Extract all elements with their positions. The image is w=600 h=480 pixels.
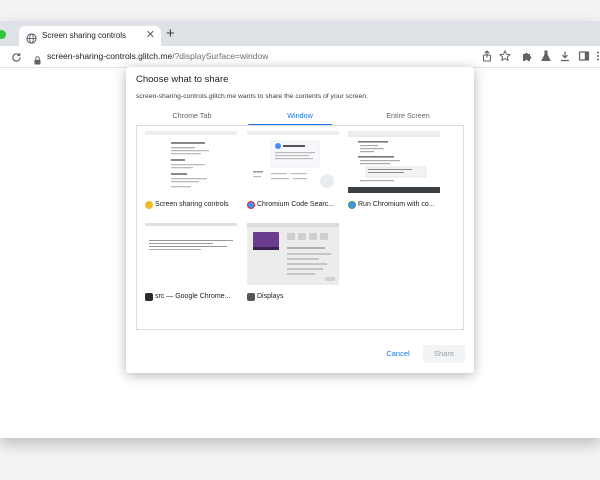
window-thumbnail — [348, 131, 440, 193]
tab-entire-screen[interactable]: Entire Screen — [358, 111, 458, 125]
displays-icon — [247, 293, 255, 301]
window-label: Chromium Code Searc... — [247, 200, 347, 211]
menu-icon[interactable] — [595, 50, 600, 62]
window-label: Displays — [247, 292, 347, 303]
window-name: Displays — [257, 293, 284, 300]
terminal-icon — [145, 293, 153, 301]
chromium-icon — [348, 201, 356, 209]
window-thumbnail — [247, 131, 339, 193]
share-icon[interactable] — [481, 50, 493, 62]
dialog-description: screen-sharing-controls.glitch.me wants … — [136, 93, 368, 100]
star-icon[interactable] — [499, 50, 511, 62]
sidepanel-icon[interactable] — [578, 50, 590, 62]
cancel-button[interactable]: Cancel — [377, 345, 419, 363]
window-thumbnail — [247, 223, 339, 285]
download-icon[interactable] — [559, 50, 571, 62]
browser-toolbar: screen-sharing-controls.glitch.me/?displ… — [0, 46, 600, 68]
address-bar[interactable]: screen-sharing-controls.glitch.me/?displ… — [47, 50, 268, 63]
window-maximize-button[interactable] — [0, 30, 6, 39]
url-path: /?displaySurface=window — [172, 51, 269, 61]
lock-icon[interactable] — [34, 52, 41, 65]
dialog-title: Choose what to share — [136, 74, 229, 85]
share-tabs: Chrome Tab Window Entire Screen — [136, 111, 464, 126]
browser-tab[interactable]: Screen sharing controls ✕ — [19, 26, 161, 46]
tab-strip: Screen sharing controls ✕ + — [0, 21, 600, 46]
tab-chrome-tab[interactable]: Chrome Tab — [142, 111, 242, 125]
window-name: Screen sharing controls — [155, 201, 229, 208]
window-thumbnail — [145, 223, 237, 285]
reload-icon[interactable] — [11, 50, 22, 62]
extensions-icon[interactable] — [521, 50, 533, 62]
window-label: Run Chromium with co... — [348, 200, 448, 211]
window-name: src — Google Chrome... — [155, 293, 231, 300]
window-label: src — Google Chrome... — [145, 292, 245, 303]
window-label: Screen sharing controls — [145, 200, 245, 211]
window-list: Screen sharing controls Chromium Code Se… — [136, 126, 464, 330]
tab-window[interactable]: Window — [250, 111, 350, 125]
close-tab-icon[interactable]: ✕ — [146, 29, 155, 41]
glitch-icon — [145, 201, 153, 209]
globe-icon — [26, 31, 37, 44]
window-name: Run Chromium with co... — [358, 201, 435, 208]
window-name: Chromium Code Searc... — [257, 201, 335, 208]
new-tab-button[interactable]: + — [166, 25, 175, 42]
share-dialog: Choose what to share screen-sharing-cont… — [126, 67, 474, 373]
url-host: screen-sharing-controls.glitch.me — [47, 51, 173, 61]
chromium-icon — [247, 201, 255, 209]
share-button[interactable]: Share — [423, 345, 465, 363]
tab-title: Screen sharing controls — [42, 31, 127, 40]
window-thumbnail — [145, 131, 237, 193]
flask-icon[interactable] — [540, 50, 552, 62]
